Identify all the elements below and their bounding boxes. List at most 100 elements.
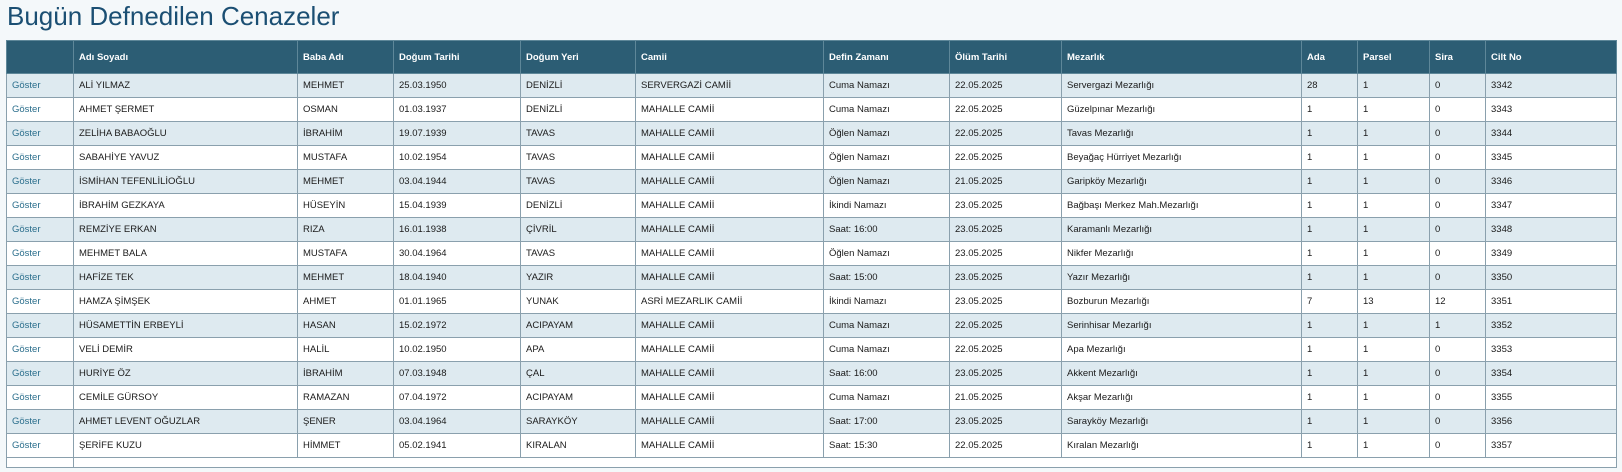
cell-name: AHMET LEVENT OĞUZLAR [73,409,298,434]
cell-mosque: MAHALLE CAMİİ [635,145,824,170]
cell-death-date: 23.05.2025 [949,289,1062,314]
cell-sira: 12 [1429,289,1486,314]
table-row: Göster HAMZA ŞİMŞEK AHMET 01.01.1965 YUNAK AS… [6,289,1617,314]
cell-mosque: MAHALLE CAMİİ [635,313,824,338]
show-link[interactable]: Göster [12,224,41,235]
table-row: Göster ZELİHA BABAOĞLU İBRAHİM 19.07.1939 TA… [6,121,1617,146]
cell-birth-place: ÇİVRİL [520,217,636,242]
cell-birth-date: 15.04.1939 [393,193,521,218]
cell-parsel: 1 [1357,169,1430,194]
cell-cemetery: Tavas Mezarlığı [1061,121,1302,146]
cell-burial-time: Öğlen Namazı [823,241,950,266]
show-link[interactable]: Göster [12,200,41,211]
cell-mosque: MAHALLE CAMİİ [635,385,824,410]
table-header: Adı Soyadı Baba Adı Doğum Tarihi Doğum Yeri… [6,40,1617,74]
cell-cemetery: Yazır Mezarlığı [1061,265,1302,290]
show-link[interactable]: Göster [12,104,41,115]
cell-mosque: MAHALLE CAMİİ [635,361,824,386]
cell-cemetery: Akkent Mezarlığı [1061,361,1302,386]
cell-birth-place: DENİZLİ [520,97,636,122]
cell-death-date: 22.05.2025 [949,313,1062,338]
cell-action: Göster [6,121,74,146]
show-link[interactable]: Göster [12,128,41,139]
show-link[interactable]: Göster [12,320,41,331]
cell-mosque: MAHALLE CAMİİ [635,169,824,194]
cell-ada: 1 [1301,433,1358,458]
cell-parsel: 1 [1357,193,1430,218]
cell-burial-time: İkindi Namazı [823,289,950,314]
cell-birth-date: 03.04.1944 [393,169,521,194]
cell-death-date: 22.05.2025 [949,433,1062,458]
table-row: Göster AHMET LEVENT OĞUZLAR ŞENER 03.04.196… [6,409,1617,434]
cell-mosque: ASRİ MEZARLIK CAMİİ [635,289,824,314]
cell-death-date: 22.05.2025 [949,97,1062,122]
cell-name: REMZİYE ERKAN [73,217,298,242]
cell-birth-place: DENİZLİ [520,73,636,98]
cell-birth-place: ACIPAYAM [520,385,636,410]
cell-volume-no: 3352 [1485,313,1617,338]
cell-action: Göster [6,385,74,410]
column-header-volume-no: Cilt No [1485,40,1617,74]
show-link[interactable]: Göster [12,176,41,187]
cell-name: İBRAHİM GEZKAYA [73,193,298,218]
cell-burial-time: Öğlen Namazı [823,121,950,146]
table-row: Göster İSMİHAN TEFENLİLİOĞLU MEHMET 03.04.1… [6,169,1617,194]
cell-ada: 28 [1301,73,1358,98]
table-row: Göster HURİYE ÖZ İBRAHİM 07.03.1948 ÇAL MAHAL… [6,361,1617,386]
cell-father-name: MUSTAFA [297,145,394,170]
column-header-birth-date: Doğum Tarihi [393,40,521,74]
cell-ada: 7 [1301,289,1358,314]
cell-ada: 1 [1301,145,1358,170]
show-link[interactable]: Göster [12,368,41,379]
cell-death-date: 22.05.2025 [949,121,1062,146]
cell-action: Göster [6,217,74,242]
cell-name: SABAHİYE YAVUZ [73,145,298,170]
show-link[interactable]: Göster [12,296,41,307]
cell-cemetery: Karamanlı Mezarlığı [1061,217,1302,242]
cell-action: Göster [6,97,74,122]
show-link[interactable]: Göster [12,248,41,259]
cell-birth-date: 10.02.1954 [393,145,521,170]
cell-action: Göster [6,289,74,314]
cell-birth-date: 05.02.1941 [393,433,521,458]
cell-volume-no: 3354 [1485,361,1617,386]
cell-father-name: OSMAN [297,97,394,122]
show-link[interactable]: Göster [12,416,41,427]
cell-burial-time: Cuma Namazı [823,97,950,122]
show-link[interactable]: Göster [12,392,41,403]
cell-birth-place: TAVAS [520,241,636,266]
cell-death-date: 21.05.2025 [949,169,1062,194]
column-header-action [6,40,74,74]
cell-birth-place: KIRALAN [520,433,636,458]
show-link[interactable]: Göster [12,80,41,91]
cell-volume-no: 3345 [1485,145,1617,170]
cell-burial-time: Saat: 17:00 [823,409,950,434]
cell-cemetery: Beyağaç Hürriyet Mezarlığı [1061,145,1302,170]
cell-action: Göster [6,361,74,386]
cell-birth-place: TAVAS [520,121,636,146]
cell-sira: 1 [1429,313,1486,338]
cell-parsel: 1 [1357,337,1430,362]
cell-father-name: HALİL [297,337,394,362]
show-link[interactable]: Göster [12,152,41,163]
cell-death-date: 21.05.2025 [949,385,1062,410]
cell-volume-no: 3351 [1485,289,1617,314]
cell-burial-time: Cuma Namazı [823,337,950,362]
cell-ada: 1 [1301,361,1358,386]
cell-name: İSMİHAN TEFENLİLİOĞLU [73,169,298,194]
cell-birth-place: ACIPAYAM [520,313,636,338]
show-link[interactable]: Göster [12,344,41,355]
cell-parsel: 1 [1357,409,1430,434]
column-header-sira: Sira [1429,40,1486,74]
cell-action: Göster [6,241,74,266]
cell-parsel: 13 [1357,289,1430,314]
cell-volume-no: 3348 [1485,217,1617,242]
cell-volume-no: 3355 [1485,385,1617,410]
cell-father-name: ŞENER [297,409,394,434]
show-link[interactable]: Göster [12,272,41,283]
table-row: Göster İBRAHİM GEZKAYA HÜSEYİN 15.04.1939 DE… [6,193,1617,218]
cell-mosque: MAHALLE CAMİİ [635,241,824,266]
cell-parsel: 1 [1357,217,1430,242]
show-link[interactable]: Göster [12,440,41,451]
cell-birth-date: 07.03.1948 [393,361,521,386]
